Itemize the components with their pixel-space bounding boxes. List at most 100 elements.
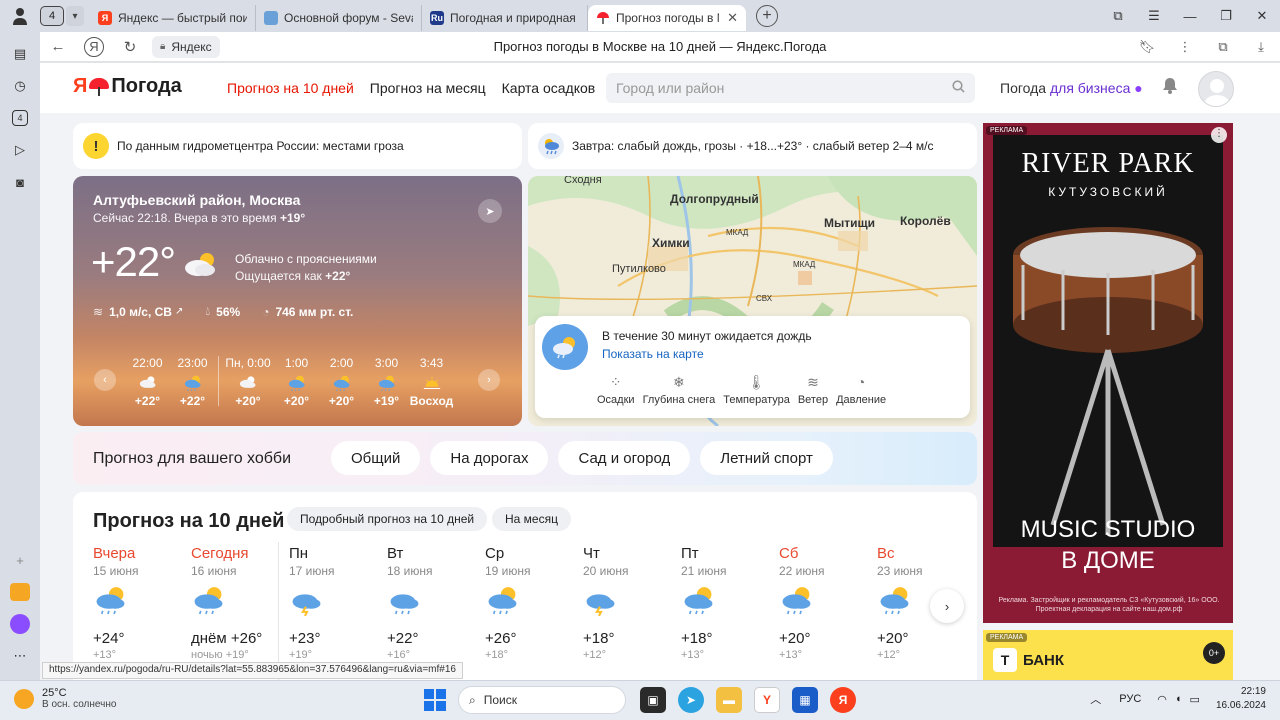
clock[interactable]: 22:1916.06.2024	[1216, 685, 1266, 713]
hours-next-button[interactable]: ›	[478, 369, 500, 391]
weather-widget[interactable]: 25°CВ осн. солнечно	[14, 687, 116, 710]
month-chip[interactable]: На месяц	[492, 507, 571, 531]
search-icon[interactable]	[952, 80, 965, 96]
nav-month[interactable]: Прогноз на месяц	[370, 80, 486, 96]
browser-tab[interactable]: ЯЯндекс — быстрый поиск	[90, 5, 256, 31]
day-date: 21 июня	[681, 564, 779, 578]
battery-icon[interactable]: ▭	[1190, 693, 1200, 706]
add-panel-icon[interactable]: +	[9, 549, 31, 571]
warning-icon: !	[83, 133, 109, 159]
reload-icon[interactable]: ↻	[112, 38, 148, 56]
hours-prev-button[interactable]: ‹	[94, 369, 116, 391]
close-tab-icon[interactable]: ✕	[727, 10, 738, 26]
tab-wind-label: Ветер	[798, 394, 828, 406]
day-card[interactable]: Пн17 июня+23°+19°	[289, 545, 387, 661]
day-name: Сб	[779, 545, 877, 562]
pogoda-logo[interactable]: Я Погода	[73, 75, 182, 98]
start-button[interactable]	[424, 689, 446, 711]
screenshot-icon[interactable]: ◙	[9, 171, 31, 193]
task-view-icon[interactable]: ▣	[640, 687, 666, 713]
day-name: Вчера	[93, 545, 191, 562]
tray-chevron-icon[interactable]: ︿	[1090, 691, 1101, 707]
forecast-next-button[interactable]: ›	[930, 589, 964, 623]
downloads-icon[interactable]: ⤓	[1242, 39, 1280, 55]
cloud-moon-icon	[222, 374, 274, 392]
language-indicator[interactable]: РУС	[1119, 693, 1141, 705]
nav-10-days[interactable]: Прогноз на 10 дней	[227, 80, 354, 96]
new-tab-button[interactable]: +	[756, 5, 778, 27]
close-window-button[interactable]: ✕	[1244, 8, 1280, 24]
t-bank-ad[interactable]: РЕКЛАМА ТБАНК 0+	[983, 630, 1233, 680]
profile-icon[interactable]	[0, 7, 40, 25]
history-icon[interactable]: ◷	[9, 75, 31, 97]
wifi-icon[interactable]: ◠	[1157, 693, 1167, 706]
tab-temperature[interactable]: 🌡︎Температура	[723, 374, 790, 406]
address-bar: ← Я ↻ 🔒︎ Яндекс Прогноз погоды в Москве …	[40, 32, 1280, 62]
browser-tab[interactable]: RuПогодная и природная - S	[422, 5, 588, 31]
tab-precip[interactable]: ⁘Осадки	[597, 374, 635, 406]
river-park-ad[interactable]: РЕКЛАМА ⋮ RIVER PARK КУТУЗОВСКИЙ MUSIC S…	[983, 123, 1233, 623]
extensions-icon[interactable]: ⧉	[1204, 39, 1242, 55]
storm-icon	[289, 584, 387, 628]
day-card[interactable]: Сегодня16 июняднём +26°ночью +19°	[191, 545, 289, 661]
hobby-chip-roads[interactable]: На дорогах	[430, 441, 548, 475]
day-card[interactable]: Ср19 июня+26°+18°	[485, 545, 583, 661]
tabs-number-icon[interactable]: 4	[9, 107, 31, 129]
collections-icon[interactable]: ▤	[9, 43, 31, 65]
yandex-browser-icon[interactable]: Y	[754, 687, 780, 713]
volume-icon[interactable]: ◖	[1175, 693, 1182, 705]
browser-tab[interactable]: Основной форум - Sevast	[256, 5, 422, 31]
ad-menu-icon[interactable]: ⋮	[1211, 127, 1227, 143]
more-icon[interactable]: ⋯	[9, 645, 31, 667]
geolocation-icon[interactable]: ➤	[478, 199, 502, 223]
yandex-home-icon[interactable]: Я	[84, 37, 104, 57]
day-card[interactable]: Чт20 июня+18°+12°	[583, 545, 681, 661]
show-on-map-link[interactable]: Показать на карте	[602, 347, 704, 361]
day-card[interactable]: Сб22 июня+20°+13°	[779, 545, 877, 661]
alert-storm[interactable]: ! По данным гидрометцентра России: места…	[73, 123, 522, 169]
back-arrow-icon[interactable]: ←	[40, 38, 76, 55]
cloud-rain-icon	[485, 584, 583, 628]
more-vertical-icon[interactable]: ⋮	[1166, 39, 1204, 55]
city-search-input[interactable]: Город или район	[606, 73, 975, 103]
hobby-chip-sport[interactable]: Летний спорт	[700, 441, 833, 475]
day-card[interactable]: Вчера15 июня+24°+13°	[93, 545, 191, 661]
day-card[interactable]: Вт18 июня+22°+16°	[387, 545, 485, 661]
business-link[interactable]: Погода для бизнеса ●	[1000, 80, 1143, 96]
avatar[interactable]	[1198, 71, 1234, 107]
hobby-chip-garden[interactable]: Сад и огород	[558, 441, 690, 475]
now-time: Сейчас 22:18. Вчера в это время	[93, 211, 280, 225]
video-icon[interactable]: ▷	[9, 139, 31, 161]
tab-snow-depth[interactable]: ❄Глубина снега	[643, 374, 716, 406]
taskbar-search[interactable]: ⌕Поиск	[458, 686, 626, 714]
browser-menu-icon[interactable]: ☰	[1136, 8, 1172, 24]
mail-app-icon[interactable]	[9, 581, 31, 603]
alice-icon[interactable]	[9, 613, 31, 635]
day-list: Вчера15 июня+24°+13°Сегодня16 июняднём +…	[93, 545, 975, 661]
minimize-button[interactable]: —	[1172, 9, 1208, 24]
tab-manager-icon[interactable]: ⧉	[1100, 8, 1136, 24]
nav-precip-map[interactable]: Карта осадков	[502, 80, 596, 96]
file-explorer-icon[interactable]: ▬	[716, 687, 742, 713]
location-name[interactable]: Алтуфьевский район, Москва	[93, 192, 300, 208]
domain-chip[interactable]: 🔒︎ Яндекс	[152, 36, 220, 58]
maximize-button[interactable]: ❐	[1208, 8, 1244, 24]
hobby-chip-general[interactable]: Общий	[331, 441, 420, 475]
tab-count-badge[interactable]: 4	[40, 6, 64, 26]
store-icon[interactable]: ▦	[792, 687, 818, 713]
browser-tab[interactable]: Прогноз погоды в Моск✕	[588, 5, 746, 31]
yandex-icon[interactable]: Я	[830, 687, 856, 713]
chevron-down-icon[interactable]: ▾	[66, 6, 84, 26]
tab-pressure[interactable]: ◔Давление	[836, 374, 886, 406]
bookmark-icon[interactable]: 🔖︎	[1128, 39, 1166, 55]
telegram-icon[interactable]: ➤	[678, 687, 704, 713]
bell-icon[interactable]	[1162, 77, 1178, 99]
feels-value: +22°	[325, 269, 350, 283]
cloud-rain-icon	[191, 584, 289, 628]
day-date: 23 июня	[877, 564, 975, 578]
tab-counter[interactable]: 4 ▾	[40, 6, 84, 26]
detailed-forecast-chip[interactable]: Подробный прогноз на 10 дней	[287, 507, 487, 531]
alert-tomorrow[interactable]: Завтра: слабый дождь, грозы · +18...+23°…	[528, 123, 977, 169]
tab-wind[interactable]: ≋Ветер	[798, 374, 828, 406]
day-card[interactable]: Пт21 июня+18°+13°	[681, 545, 779, 661]
